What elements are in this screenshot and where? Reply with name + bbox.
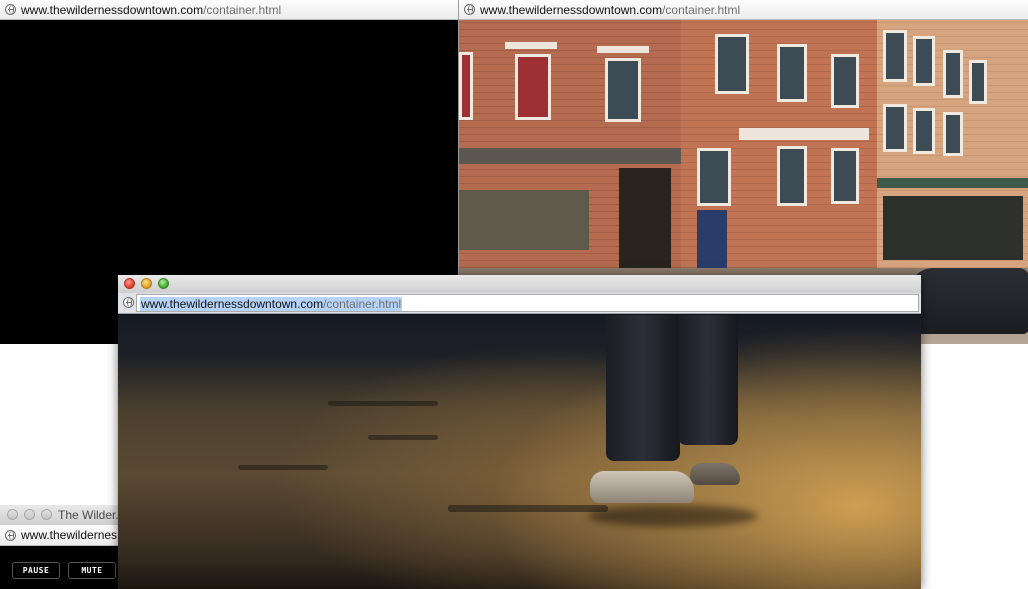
url-path: /container.html — [662, 2, 741, 17]
globe-icon — [123, 297, 134, 308]
close-button[interactable] — [124, 278, 135, 289]
person-leg — [678, 315, 738, 445]
shoe — [590, 471, 694, 503]
url-text: www.thewildernes... — [21, 528, 118, 542]
address-bar[interactable]: www.thewildernessdowntown.com/container.… — [0, 0, 458, 20]
shoe — [690, 463, 740, 485]
video-frame[interactable] — [118, 315, 921, 589]
url-domain: www.thewildernessdowntown.com — [21, 2, 204, 17]
url-domain: www.thewildernessdowntown.com — [480, 2, 663, 17]
url-domain: www.thewildernessdowntown.com — [141, 297, 324, 311]
close-button[interactable] — [7, 509, 18, 520]
minimize-button[interactable] — [141, 278, 152, 289]
zoom-button[interactable] — [158, 278, 169, 289]
browser-window-video: www.thewildernessdowntown.com/container.… — [118, 275, 921, 589]
pause-button[interactable]: PAUSE — [12, 562, 60, 579]
mute-button[interactable]: MUTE — [68, 562, 116, 579]
parked-car — [909, 268, 1028, 334]
globe-icon — [5, 4, 16, 15]
minimize-button[interactable] — [24, 509, 35, 520]
person-leg — [606, 315, 680, 461]
window-title: The Wilder... — [58, 508, 118, 522]
zoom-button[interactable] — [41, 509, 52, 520]
title-bar[interactable] — [118, 275, 921, 294]
controls-window: The Wilder... www.thewildernes... PAUSE … — [0, 505, 118, 589]
url-path: /container.html — [203, 2, 282, 17]
url-field[interactable]: www.thewildernessdowntown.com/container.… — [136, 294, 919, 312]
address-bar[interactable]: www.thewildernes... — [0, 525, 118, 546]
url-path: /container.html — [323, 297, 402, 311]
address-bar[interactable]: www.thewildernessdowntown.com/container.… — [118, 293, 921, 314]
globe-icon — [5, 529, 16, 541]
address-bar[interactable]: www.thewildernessdowntown.com/container.… — [459, 0, 1028, 20]
globe-icon — [464, 4, 475, 15]
title-bar[interactable]: The Wilder... — [0, 505, 118, 526]
